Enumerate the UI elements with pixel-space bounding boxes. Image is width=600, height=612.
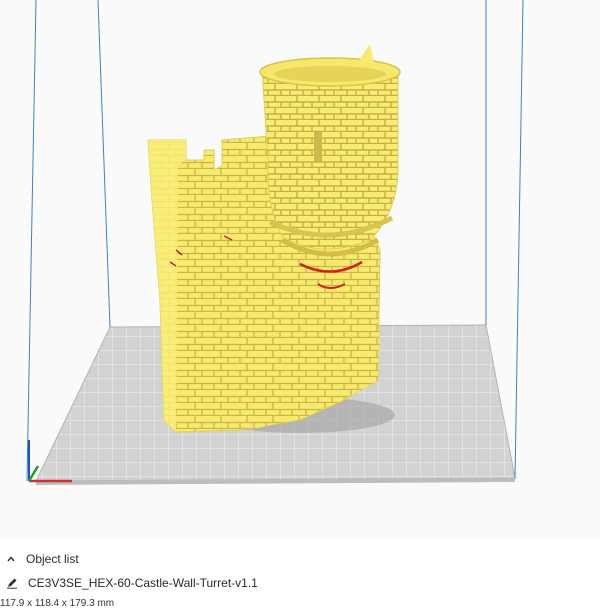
tower-spike: [358, 44, 374, 64]
object-list-label: Object list: [26, 552, 79, 566]
3d-viewport[interactable]: [0, 0, 600, 540]
object-name: CE3V3SE_HEX-60-Castle-Wall-Turret-v1.1: [28, 576, 258, 590]
tower-rim-inner: [274, 66, 386, 82]
object-panel: Object list CE3V3SE_HEX-60-Castle-Wall-T…: [0, 540, 600, 612]
turret-model[interactable]: [147, 44, 401, 433]
pencil-icon[interactable]: [6, 577, 18, 589]
scene-canvas[interactable]: [0, 0, 600, 540]
cura-window: Object list CE3V3SE_HEX-60-Castle-Wall-T…: [0, 0, 600, 612]
object-list-toggle[interactable]: Object list: [6, 550, 79, 568]
chevron-up-icon: [6, 554, 16, 564]
tower-upper: [261, 60, 399, 250]
tower-slit: [314, 132, 322, 162]
object-name-field[interactable]: CE3V3SE_HEX-60-Castle-Wall-Turret-v1.1: [6, 574, 258, 592]
object-dimensions: 117.9 x 118.4 x 179.3 mm: [0, 598, 115, 609]
